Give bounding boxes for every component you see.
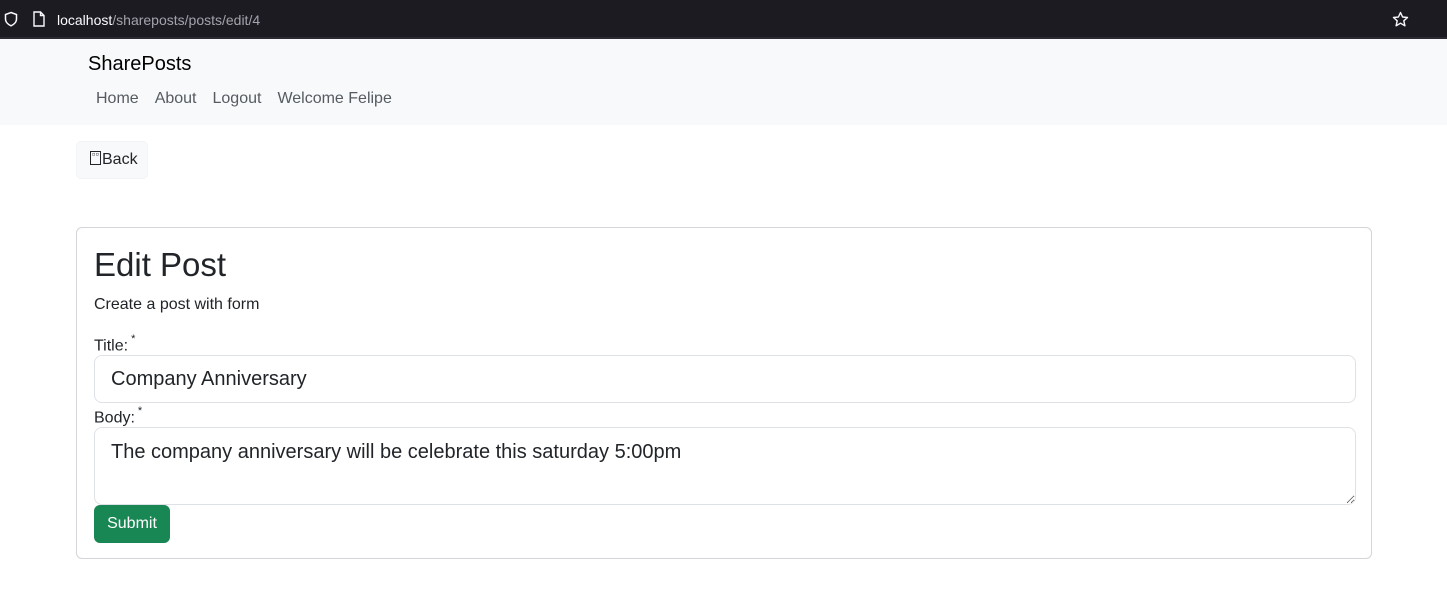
shield-icon[interactable]: [3, 11, 19, 27]
body-label-text: Body:: [94, 409, 135, 427]
back-button[interactable]: ▫▫ Back: [76, 141, 148, 179]
required-mark: *: [137, 405, 143, 417]
nav-link-about[interactable]: About: [147, 89, 205, 108]
nav-links: Home About Logout Welcome Felipe: [88, 89, 400, 108]
back-arrow-icon: ▫▫: [90, 151, 101, 165]
address-bar[interactable]: localhost/shareposts/posts/edit/4: [0, 2, 1418, 35]
star-icon[interactable]: [1392, 11, 1409, 28]
body-label: Body: *: [94, 405, 143, 427]
title-input[interactable]: [94, 355, 1356, 403]
nav-link-logout[interactable]: Logout: [205, 89, 270, 108]
submit-button[interactable]: Submit: [94, 505, 170, 543]
page-subtitle: Create a post with form: [94, 296, 260, 313]
nav-link-welcome[interactable]: Welcome Felipe: [269, 89, 399, 108]
title-label: Title: *: [94, 333, 136, 355]
page-icon: [33, 11, 45, 27]
browser-toolbar: localhost/shareposts/posts/edit/4: [0, 0, 1447, 39]
url-path: /shareposts/posts/edit/4: [112, 12, 261, 28]
page-title: Edit Post: [94, 246, 227, 283]
edit-post-card: Edit Post Create a post with form Title:…: [76, 227, 1372, 559]
url-text[interactable]: localhost/shareposts/posts/edit/4: [57, 12, 260, 28]
nav-link-home[interactable]: Home: [88, 89, 147, 108]
body-textarea[interactable]: The company anniversary will be celebrat…: [94, 427, 1356, 505]
back-button-label: Back: [102, 151, 138, 168]
navbar: SharePosts Home About Logout Welcome Fel…: [0, 39, 1447, 125]
url-host: localhost: [57, 12, 113, 28]
required-mark: *: [131, 333, 136, 345]
navbar-brand[interactable]: SharePosts: [88, 53, 191, 76]
title-label-text: Title:: [94, 337, 129, 355]
